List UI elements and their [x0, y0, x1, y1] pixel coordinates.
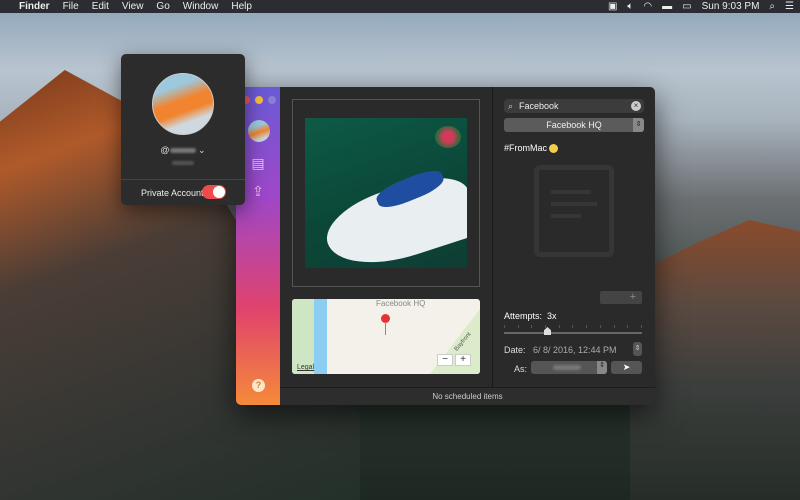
menu-help[interactable]: Help	[231, 1, 252, 12]
menu-file[interactable]: File	[63, 1, 79, 12]
caption-text[interactable]: #FromMac	[504, 143, 559, 154]
wallpaper-mountain-right	[630, 220, 800, 500]
chevron-down-icon: ⌄	[198, 145, 206, 155]
account-select[interactable]: ⇕	[531, 361, 607, 374]
smiley-emoji-icon	[549, 144, 559, 154]
private-account-label: Private Account	[141, 188, 204, 198]
location-search-input[interactable]: ⌕ Facebook ×	[504, 99, 644, 113]
as-label: As:	[514, 364, 528, 374]
popover-divider	[121, 179, 245, 180]
attempts-value: 3x	[547, 311, 557, 321]
selected-photo	[305, 118, 467, 268]
status-bar: No scheduled items	[280, 387, 655, 405]
caption-value: #FromMac	[504, 143, 548, 153]
location-map[interactable]: Facebook HQ Bayfront Legal − +	[292, 299, 480, 374]
app-window: ▤ ⇪ ? Facebook HQ Bayfront Legal − + ⌕ F…	[236, 87, 655, 405]
map-river	[314, 299, 327, 374]
photo-flowers	[435, 126, 461, 148]
paper-plane-icon: ➤	[622, 362, 631, 372]
username-prefix: @	[160, 145, 170, 155]
menu-finder[interactable]: Finder	[19, 1, 50, 12]
search-icon: ⌕	[508, 101, 514, 111]
menu-bar: Finder File Edit View Go Window Help ▣ 🔈…	[0, 0, 800, 13]
account-avatar[interactable]	[248, 120, 270, 142]
inbox-upload-icon[interactable]: ⇪	[250, 184, 266, 198]
help-button[interactable]: ?	[252, 379, 265, 392]
spotlight-icon[interactable]: ⌕	[769, 1, 775, 12]
map-park	[292, 299, 314, 374]
fullname-blurred	[172, 161, 194, 165]
location-select-value: Facebook HQ	[546, 120, 602, 130]
flag-icon[interactable]: ▬	[662, 1, 672, 12]
menu-go[interactable]: Go	[156, 1, 169, 12]
add-button[interactable]: +	[600, 291, 642, 304]
stepper-icon: ⇕	[633, 118, 644, 132]
wifi-icon[interactable]: ◠	[643, 1, 652, 12]
popover-avatar	[152, 73, 214, 135]
window-controls	[242, 96, 276, 104]
attempts-label: Attempts: 3x	[504, 311, 557, 321]
account-switcher[interactable]: @ ⌄	[121, 145, 245, 156]
map-zoom-controls: − +	[437, 354, 471, 366]
attempts-slider-thumb[interactable]	[544, 327, 551, 335]
volume-icon[interactable]: 🔈︎	[627, 1, 633, 12]
date-label: Date:	[504, 345, 526, 355]
clock[interactable]: Sun 9:03 PM	[702, 1, 760, 12]
attempts-slider-ticks	[504, 325, 642, 328]
send-button[interactable]: ➤	[611, 361, 642, 374]
caption-placeholder-icon	[534, 165, 614, 257]
menu-view[interactable]: View	[122, 1, 144, 12]
stepper-icon: ⇕	[597, 361, 607, 374]
search-value: Facebook	[519, 101, 559, 111]
menu-edit[interactable]: Edit	[92, 1, 109, 12]
map-legal-link[interactable]: Legal	[297, 364, 314, 371]
app-status-icon[interactable]: ▣	[608, 1, 617, 12]
battery-icon[interactable]: ▭	[682, 1, 691, 12]
photo-lounger	[317, 166, 467, 268]
account-popover: @ ⌄ Private Account	[121, 54, 245, 205]
attempts-slider[interactable]	[504, 332, 642, 334]
zoom-button[interactable]	[268, 96, 276, 104]
archive-icon[interactable]: ▤	[250, 156, 266, 170]
date-stepper[interactable]: ⇕	[633, 342, 642, 356]
account-name-blurred	[553, 365, 581, 370]
minimize-button[interactable]	[255, 96, 263, 104]
map-pin-stick	[385, 322, 386, 335]
map-zoom-out-button[interactable]: −	[437, 354, 453, 366]
private-account-toggle[interactable]	[202, 185, 226, 199]
notification-center-icon[interactable]: ☰	[785, 1, 794, 12]
attempts-label-text: Attempts:	[504, 311, 543, 321]
date-picker[interactable]: 6/ 8/ 2016, 12:44 PM	[533, 345, 617, 355]
map-place-label: Facebook HQ	[376, 299, 426, 308]
menu-window[interactable]: Window	[183, 1, 219, 12]
location-select[interactable]: Facebook HQ ⇕	[504, 118, 644, 132]
clear-search-icon[interactable]: ×	[631, 101, 641, 111]
username-blurred	[169, 148, 196, 154]
photo-drop-area[interactable]	[292, 99, 480, 287]
panel-divider	[492, 87, 493, 387]
map-zoom-in-button[interactable]: +	[455, 354, 471, 366]
